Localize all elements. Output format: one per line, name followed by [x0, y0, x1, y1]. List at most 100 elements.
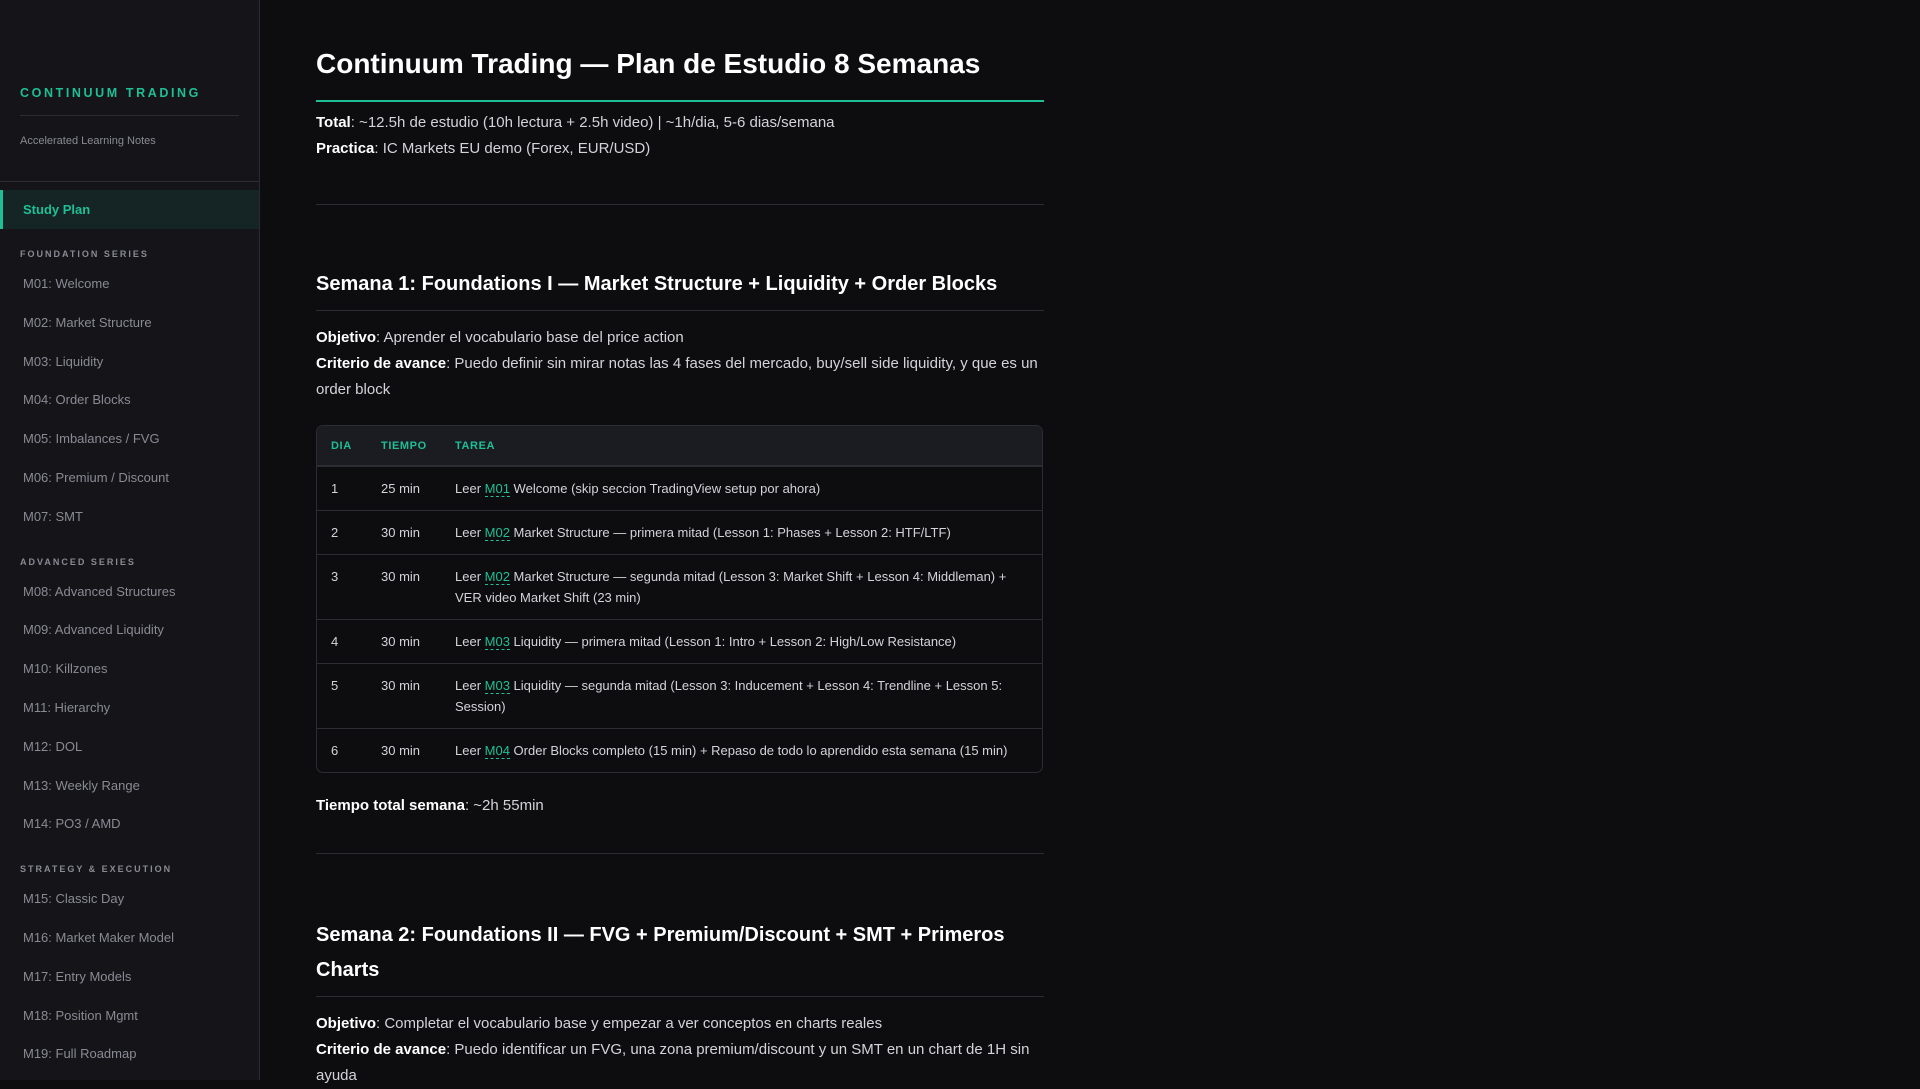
- task-prefix: Leer: [455, 678, 485, 693]
- sidebar-section-header: STRATEGY & EXECUTION: [20, 864, 173, 875]
- column-header-dia: DIA: [317, 426, 367, 467]
- cell-dia: 3: [317, 555, 367, 620]
- practica-value: : IC Markets EU demo (Forex, EUR/USD): [374, 140, 651, 157]
- sidebar-section-header: ADVANCED SERIES: [20, 556, 136, 567]
- sidebar-item-m11[interactable]: M11: Hierarchy: [0, 689, 259, 728]
- sidebar-item-m07[interactable]: M07: SMT: [0, 498, 259, 537]
- sidebar-item-m05[interactable]: M05: Imbalances / FVG: [0, 420, 259, 459]
- brand-title: CONTINUUM TRADING: [20, 86, 201, 100]
- week1-schedule-table: DIA TIEMPO TAREA 1 25 min Leer M01 Welcome…: [316, 425, 1043, 773]
- divider: [316, 204, 1044, 205]
- sidebar-item-m16[interactable]: M16: Market Maker Model: [0, 919, 259, 958]
- sidebar: CONTINUUM TRADING Accelerated Learning N…: [0, 0, 260, 1080]
- week1-criteria: Criterio de avance: Puedo definir sin mi…: [316, 351, 1044, 403]
- sidebar-item-m01[interactable]: M01: Welcome: [0, 265, 259, 304]
- task-text: Welcome (skip seccion TradingView setup …: [509, 481, 821, 496]
- cell-tarea: Leer M02 Market Structure — segunda mita…: [441, 555, 1042, 620]
- sidebar-item-m14[interactable]: M14: PO3 / AMD: [0, 805, 259, 844]
- sidebar-nav: Study Plan FOUNDATION SERIES M01: Welcome…: [0, 190, 259, 1074]
- brand-tagline: Accelerated Learning Notes: [20, 135, 156, 147]
- objective-value: : Aprender el vocabulario base del price…: [376, 329, 684, 346]
- total-label: Total: [316, 114, 351, 131]
- cell-tarea: Leer M03 Liquidity — primera mitad (Less…: [441, 620, 1042, 664]
- table-row: 4 30 min Leer M03 Liquidity — primera mita…: [317, 620, 1042, 664]
- week1-objective: Objetivo: Aprender el vocabulario base d…: [316, 325, 1044, 351]
- criteria-label: Criterio de avance: [316, 1041, 447, 1058]
- table-row: 2 30 min Leer M02 Market Structure — prime…: [317, 511, 1042, 555]
- main-content: Continuum Trading — Plan de Estudio 8 Se…: [316, 0, 1044, 1089]
- week-total-value: : ~2h 55min: [464, 797, 544, 814]
- practica-label: Practica: [316, 140, 375, 157]
- criteria-label: Criterio de avance: [316, 355, 447, 372]
- total-value: : ~12.5h de estudio (10h lectura + 2.5h …: [350, 114, 835, 131]
- sidebar-item-m13[interactable]: M13: Weekly Range: [0, 767, 259, 806]
- module-link[interactable]: M03: [484, 678, 510, 694]
- cell-tiempo: 30 min: [367, 511, 441, 555]
- practica-line: Practica: IC Markets EU demo (Forex, EUR…: [316, 136, 1044, 162]
- sidebar-item-m17[interactable]: M17: Entry Models: [0, 958, 259, 997]
- task-text: Market Structure — segunda mitad (Lesson…: [455, 569, 1007, 605]
- task-text: Order Blocks completo (15 min) + Repaso …: [509, 743, 1008, 758]
- divider: [20, 115, 239, 116]
- total-line: Total: ~12.5h de estudio (10h lectura + …: [316, 110, 1044, 136]
- table-row: 3 30 min Leer M02 Market Structure — segun…: [317, 555, 1042, 620]
- page-title: Continuum Trading — Plan de Estudio 8 Se…: [316, 48, 1044, 102]
- cell-dia: 4: [317, 620, 367, 664]
- cell-tiempo: 30 min: [367, 555, 441, 620]
- week1-heading: Semana 1: Foundations I — Market Structu…: [316, 267, 1044, 311]
- cell-dia: 2: [317, 511, 367, 555]
- week-total-label: Tiempo total semana: [316, 797, 465, 814]
- cell-dia: 1: [317, 467, 367, 511]
- module-link[interactable]: M02: [484, 569, 510, 585]
- module-link[interactable]: M03: [484, 634, 510, 650]
- sidebar-item-m15[interactable]: M15: Classic Day: [0, 880, 259, 919]
- cell-tiempo: 30 min: [381, 743, 421, 758]
- module-link[interactable]: M04: [484, 743, 510, 759]
- objective-value: : Completar el vocabulario base y empeza…: [376, 1015, 883, 1032]
- cell-tarea: Leer M04 Order Blocks completo (15 min) …: [441, 729, 1042, 772]
- column-header-tiempo: TIEMPO: [367, 426, 441, 467]
- table-row: 1 25 min Leer M01 Welcome (skip seccion Tr…: [317, 467, 1042, 511]
- sidebar-section-header: FOUNDATION SERIES: [20, 249, 149, 259]
- objective-label: Objetivo: [316, 1015, 377, 1032]
- sidebar-item-m18[interactable]: M18: Position Mgmt: [0, 997, 259, 1036]
- week1-total: Tiempo total semana: ~2h 55min: [316, 793, 1044, 819]
- sidebar-item-m08[interactable]: M08: Advanced Structures: [0, 573, 259, 612]
- cell-tarea: Leer M03 Liquidity — segunda mitad (Less…: [441, 664, 1042, 729]
- table-row: 5 30 min Leer M03 Liquidity — segunda mita…: [317, 664, 1042, 729]
- module-link[interactable]: M02: [484, 525, 510, 541]
- column-header-tarea: TAREA: [441, 426, 1042, 467]
- task-prefix: Leer: [455, 634, 485, 649]
- sidebar-item-m04[interactable]: M04: Order Blocks: [0, 381, 259, 420]
- cell-tarea: Leer M01 Welcome (skip seccion TradingVi…: [441, 467, 1042, 511]
- sidebar-item-study-plan[interactable]: Study Plan: [0, 190, 259, 229]
- week2-objective: Objetivo: Completar el vocabulario base …: [316, 1011, 1044, 1037]
- sidebar-item-m03[interactable]: M03: Liquidity: [0, 343, 259, 382]
- divider: [316, 853, 1044, 854]
- sidebar-item-m19[interactable]: M19: Full Roadmap: [0, 1035, 259, 1074]
- sidebar-item-m09[interactable]: M09: Advanced Liquidity: [0, 611, 259, 650]
- sidebar-item-m06[interactable]: M06: Premium / Discount: [0, 459, 259, 498]
- task-prefix: Leer: [455, 743, 485, 758]
- task-prefix: Leer: [455, 569, 485, 584]
- task-text: Liquidity — segunda mitad (Lesson 3: Ind…: [455, 678, 1003, 714]
- cell-dia: 6: [331, 743, 339, 758]
- module-link[interactable]: M01: [484, 481, 510, 497]
- week2-criteria: Criterio de avance: Puedo identificar un…: [316, 1037, 1044, 1089]
- table-row: 6 30 min Leer M04 Order Blocks completo (1…: [317, 729, 1042, 772]
- task-prefix: Leer: [455, 525, 485, 540]
- cell-tarea: Leer M02 Market Structure — primera mita…: [441, 511, 1042, 555]
- sidebar-item-m02[interactable]: M02: Market Structure: [0, 304, 259, 343]
- cell-tiempo: 30 min: [367, 620, 441, 664]
- task-text: Liquidity — primera mitad (Lesson 1: Int…: [509, 634, 957, 649]
- sidebar-item-m10[interactable]: M10: Killzones: [0, 650, 259, 689]
- divider: [0, 181, 259, 182]
- cell-tiempo: 25 min: [367, 467, 441, 511]
- task-prefix: Leer: [455, 481, 485, 496]
- objective-label: Objetivo: [316, 329, 377, 346]
- task-text: Market Structure — primera mitad (Lesson…: [509, 525, 951, 540]
- week2-heading: Semana 2: Foundations II — FVG + Premium…: [316, 918, 1044, 997]
- cell-dia: 5: [317, 664, 367, 729]
- sidebar-item-m12[interactable]: M12: DOL: [0, 728, 259, 767]
- cell-tiempo: 30 min: [367, 664, 441, 729]
